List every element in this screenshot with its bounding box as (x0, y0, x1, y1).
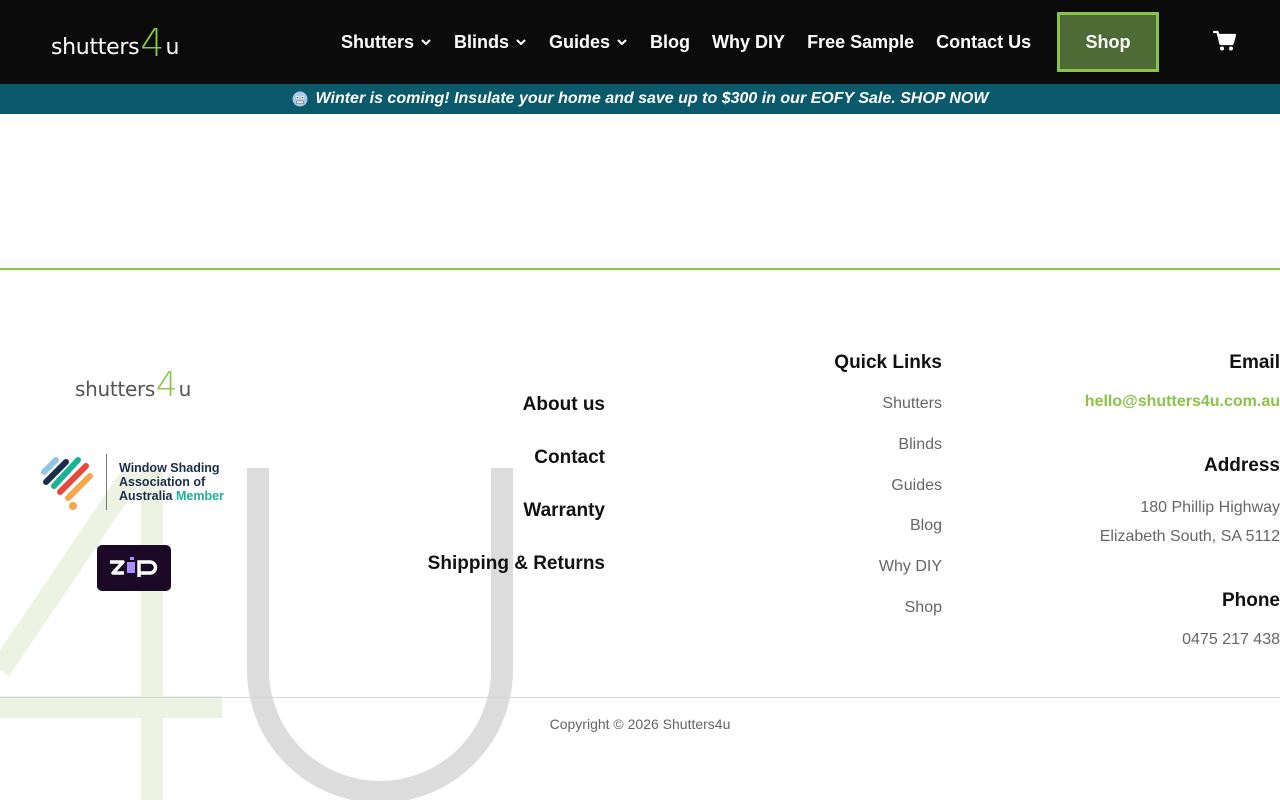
cart-icon[interactable] (1212, 30, 1237, 52)
logo-suffix: u (178, 377, 192, 401)
promo-text: Winter is coming! Insulate your home and… (315, 90, 989, 107)
nav-item-blog[interactable]: Blog (650, 32, 690, 53)
quick-link-shop[interactable]: Shop (834, 597, 942, 638)
nav-label: Blog (650, 31, 691, 52)
footer-divider (0, 268, 1280, 270)
footer-link-about-us[interactable]: About us (428, 392, 605, 445)
chevron-down-icon (515, 36, 527, 48)
quick-links-title: Quick Links (834, 352, 942, 373)
nav-item-free-sample[interactable]: Free Sample (807, 32, 914, 53)
logo-four: 4 (140, 21, 165, 65)
nav-item-guides[interactable]: Guides (549, 32, 628, 53)
chevron-down-icon (420, 36, 432, 48)
quick-links: Quick Links Shutters Blinds Guides Blog … (834, 352, 942, 638)
copyright-divider (0, 697, 1280, 698)
site-logo[interactable]: shutters 4 u (51, 22, 179, 62)
nav-label: Contact Us (936, 31, 1032, 52)
wsa-text: Window Shading Association of Australia … (119, 461, 224, 503)
zip-logo (97, 545, 171, 591)
nav-item-contact-us[interactable]: Contact Us (936, 32, 1031, 53)
copyright-text: Copyright © 2026 Shutters4u (549, 716, 731, 732)
footer-contact: Email hello@shutters4u.com.au Address 18… (1085, 352, 1280, 649)
logo-suffix: u (165, 35, 180, 60)
quick-link-blinds[interactable]: Blinds (834, 434, 942, 475)
email-title: Email (1229, 352, 1280, 373)
footer-link-shipping-returns[interactable]: Shipping & Returns (428, 551, 605, 604)
footer-logo[interactable]: shutters 4 u (75, 366, 191, 402)
footer-links: About us Contact Warranty Shipping & Ret… (428, 392, 605, 604)
shop-button[interactable]: Shop (1057, 12, 1159, 72)
logo-word: shutters (75, 377, 156, 401)
wsa-logo-icon (38, 452, 98, 512)
nav-label: Free Sample (807, 31, 915, 52)
nav-label: Why DIY (712, 31, 786, 52)
wsa-member-badge: Window Shading Association of Australia … (38, 452, 224, 512)
address-title: Address (1203, 455, 1280, 476)
quick-link-blog[interactable]: Blog (834, 515, 942, 556)
main-nav: Shutters Blinds Guides Blog Why DIY Free… (341, 0, 1053, 84)
nav-label: Guides (549, 31, 611, 52)
quick-link-guides[interactable]: Guides (834, 475, 942, 516)
wsa-member: Member (175, 489, 224, 503)
email-link[interactable]: hello@shutters4u.com.au (1085, 393, 1280, 411)
phone-number[interactable]: 0475 217 438 (1085, 631, 1280, 649)
nav-item-why-diy[interactable]: Why DIY (712, 32, 785, 53)
wsa-separator (106, 454, 107, 510)
wsa-line3: Australia (119, 489, 173, 503)
quick-link-shutters[interactable]: Shutters (834, 393, 942, 434)
nav-item-shutters[interactable]: Shutters (341, 32, 432, 53)
nav-item-blinds[interactable]: Blinds (454, 32, 527, 53)
wsa-line2: Association of (119, 475, 206, 489)
footer-link-contact[interactable]: Contact (428, 445, 605, 498)
cold-face-icon (292, 91, 308, 107)
promo-banner[interactable]: Winter is coming! Insulate your home and… (0, 84, 1280, 114)
footer-link-warranty[interactable]: Warranty (428, 498, 605, 551)
logo-four: 4 (156, 365, 178, 405)
address-line1: 180 Phillip Highway (1140, 499, 1280, 516)
wsa-line1: Window Shading (119, 461, 220, 475)
phone-title: Phone (1221, 590, 1280, 611)
nav-label: Blinds (454, 31, 510, 52)
address-line2: Elizabeth South, SA 5112 (1099, 528, 1280, 545)
quick-link-why-diy[interactable]: Why DIY (834, 556, 942, 597)
logo-word: shutters (51, 35, 140, 60)
chevron-down-icon (616, 36, 628, 48)
nav-label: Shutters (341, 31, 415, 52)
site-header: shutters 4 u Shutters Blinds Guides Blog W… (0, 0, 1280, 84)
